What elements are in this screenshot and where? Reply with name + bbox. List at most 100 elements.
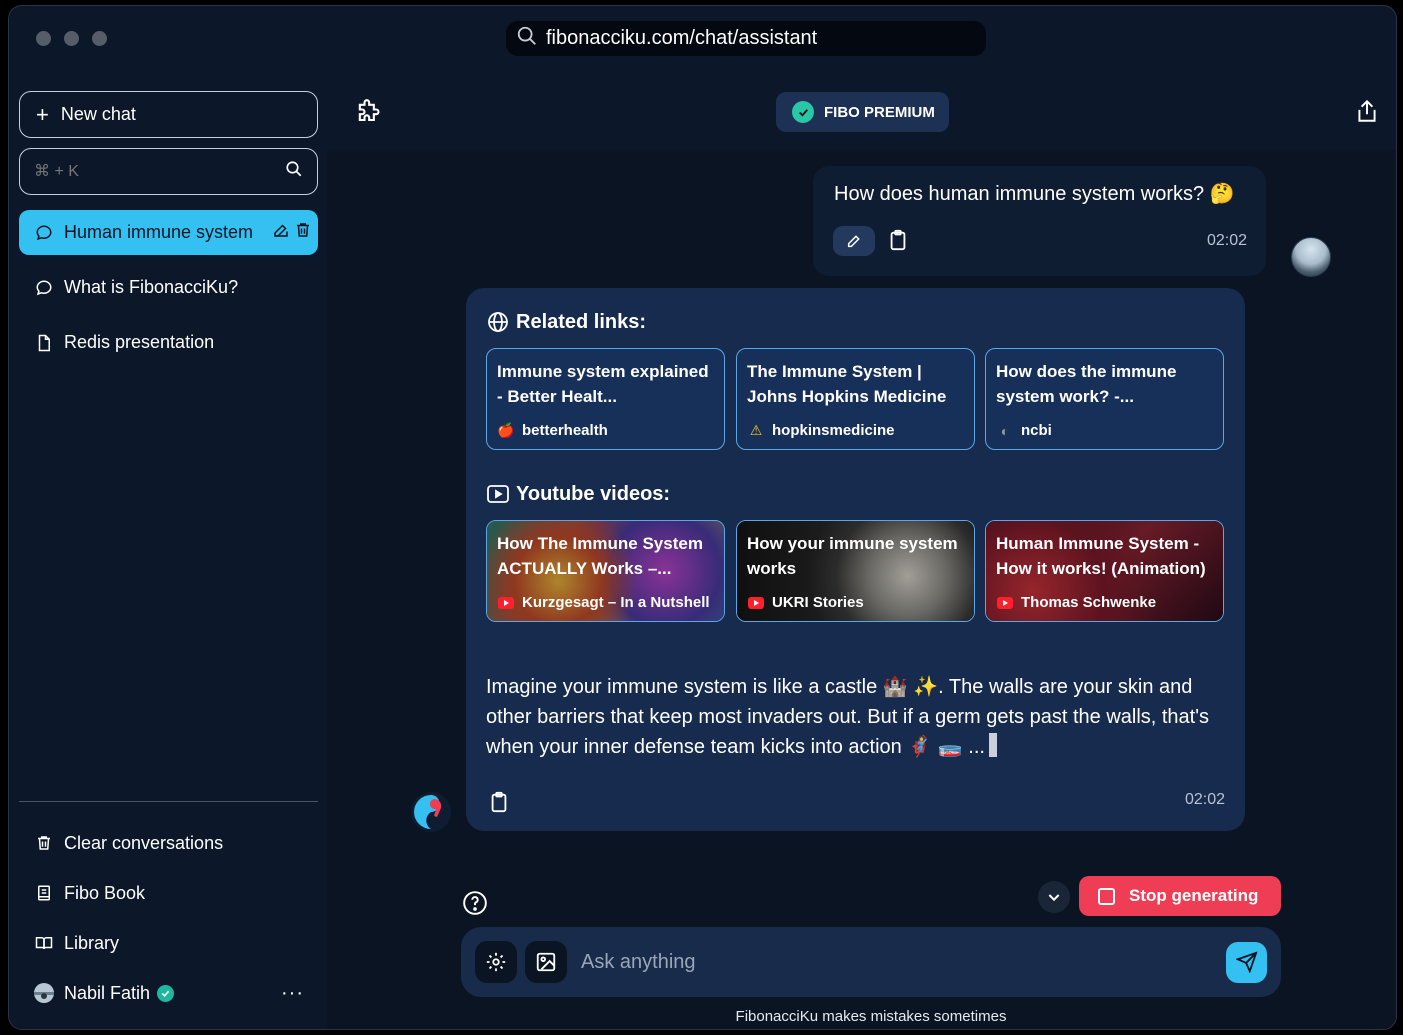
- chevron-down-icon: [1048, 894, 1060, 902]
- user-profile[interactable]: Nabil Fatih ···: [19, 973, 318, 1013]
- window-dot-maximize[interactable]: [92, 31, 107, 46]
- document-icon: [34, 333, 54, 353]
- sidebar-item-human-immune-system[interactable]: Human immune system: [19, 210, 318, 255]
- user-message: How does human immune system works? 🤔 02…: [813, 166, 1266, 276]
- assistant-avatar: [410, 791, 452, 833]
- sidebar-item-label: Redis presentation: [64, 332, 215, 352]
- link-source: ⚠ hopkinsmedicine: [748, 422, 895, 439]
- search-icon[interactable]: [285, 160, 303, 183]
- youtube-videos-title: Youtube videos:: [516, 482, 671, 505]
- video-card[interactable]: How your immune system works UKRI Storie…: [736, 520, 975, 622]
- window-controls: [36, 31, 107, 46]
- clipboard-icon[interactable]: [488, 790, 510, 819]
- clipboard-icon[interactable]: [887, 228, 909, 257]
- related-link-card[interactable]: The Immune System | Johns Hopkins Medici…: [736, 348, 975, 450]
- pencil-icon: [847, 235, 860, 248]
- fibo-book-label: Fibo Book: [64, 882, 146, 903]
- link-title: Immune system explained - Better Healt..…: [497, 362, 709, 406]
- conversation-actions: [272, 221, 312, 244]
- sidebar-item-label: Human immune system: [64, 222, 254, 242]
- stop-generating-label: Stop generating: [1129, 886, 1259, 905]
- chat-main: FIBO PREMIUM How does human immune syste…: [327, 70, 1396, 1029]
- send-button[interactable]: [1226, 941, 1267, 983]
- related-links-heading: Related links:: [486, 310, 646, 334]
- link-source-name: betterhealth: [522, 422, 608, 439]
- share-icon[interactable]: [1354, 97, 1380, 130]
- gear-icon: [486, 952, 506, 972]
- link-source: 🍎 betterhealth: [497, 422, 608, 439]
- shield-logo-icon: ⚠: [749, 422, 763, 438]
- video-channel-name: Thomas Schwenke: [1021, 594, 1157, 611]
- related-links-title: Related links:: [516, 310, 647, 333]
- clear-conversations-button[interactable]: Clear conversations: [19, 823, 318, 863]
- user-message-text: How does human immune system works? 🤔: [834, 183, 1235, 205]
- more-options-icon[interactable]: ···: [281, 982, 304, 1005]
- library-label: Library: [64, 932, 120, 953]
- globe-icon: [486, 310, 510, 334]
- youtube-icon: [748, 595, 764, 611]
- scroll-down-button[interactable]: [1038, 881, 1070, 913]
- sidebar-item-redis-presentation[interactable]: Redis presentation: [19, 320, 318, 365]
- message-time: 02:02: [1184, 791, 1225, 808]
- help-icon[interactable]: [462, 890, 488, 921]
- user-name: Nabil Fatih: [64, 982, 151, 1003]
- youtube-icon: [498, 595, 514, 611]
- new-chat-button[interactable]: + New chat: [19, 91, 318, 138]
- attach-image-button[interactable]: [525, 941, 567, 983]
- message-composer: [461, 927, 1281, 997]
- premium-badge[interactable]: FIBO PREMIUM: [776, 92, 949, 132]
- related-link-card[interactable]: Immune system explained - Better Healt..…: [486, 348, 725, 450]
- stop-icon: [1098, 887, 1115, 905]
- ncbi-logo-icon: ◐: [1000, 422, 1010, 439]
- link-title: How does the immune system work? -...: [996, 362, 1177, 406]
- puzzle-icon[interactable]: [354, 99, 382, 132]
- plus-icon: +: [36, 101, 49, 127]
- library-link[interactable]: Library: [19, 923, 318, 963]
- related-link-card[interactable]: How does the immune system work? -... ◐ …: [985, 348, 1224, 450]
- edit-message-button[interactable]: [833, 226, 875, 256]
- link-source-name: ncbi: [1021, 422, 1052, 439]
- video-channel: Kurzgesagt – In a Nutshell: [498, 594, 710, 611]
- message-time: 02:02: [1206, 232, 1247, 249]
- avatar: [34, 983, 54, 1003]
- window-dot-close[interactable]: [36, 31, 51, 46]
- link-source-name: hopkinsmedicine: [772, 422, 895, 439]
- video-channel: UKRI Stories: [748, 594, 864, 611]
- video-card[interactable]: How The Immune System ACTUALLY Works –..…: [486, 520, 725, 622]
- assistant-answer: Imagine your immune system is like a cas…: [486, 672, 1226, 762]
- chat-bubble-icon: [34, 278, 54, 298]
- apple-icon: 🍎: [497, 422, 515, 438]
- trash-icon[interactable]: [294, 221, 312, 244]
- video-title: How The Immune System ACTUALLY Works –..…: [497, 534, 703, 578]
- verified-icon: [157, 984, 175, 1002]
- new-chat-label: New chat: [60, 104, 136, 124]
- clear-conversations-label: Clear conversations: [64, 832, 224, 853]
- send-icon: [1235, 951, 1258, 973]
- address-bar[interactable]: fibonacciku.com/chat/assistant: [506, 21, 986, 56]
- assistant-message: Related links: Immune system explained -…: [466, 288, 1245, 831]
- verified-icon: [792, 101, 814, 123]
- chat-bubble-icon: [34, 223, 54, 243]
- video-title: How your immune system works: [747, 534, 958, 578]
- stop-generating-button[interactable]: Stop generating: [1079, 876, 1281, 916]
- video-title: Human Immune System - How it works! (Ani…: [996, 534, 1206, 578]
- message-input[interactable]: [575, 950, 1226, 974]
- link-title: The Immune System | Johns Hopkins Medici…: [747, 362, 947, 406]
- sidebar-item-what-is-fibonacciku[interactable]: What is FibonacciKu?: [19, 265, 318, 310]
- video-channel-name: UKRI Stories: [772, 594, 864, 611]
- video-channel: Thomas Schwenke: [997, 594, 1156, 611]
- book-icon: [34, 883, 54, 903]
- fibo-book-link[interactable]: Fibo Book: [19, 873, 318, 913]
- edit-icon[interactable]: [272, 221, 290, 244]
- play-icon: [486, 482, 510, 506]
- youtube-videos-heading: Youtube videos:: [486, 482, 670, 506]
- trash-icon: [34, 833, 54, 853]
- browser-titlebar: fibonacciku.com/chat/assistant: [9, 6, 1396, 70]
- settings-button[interactable]: [475, 941, 517, 983]
- open-book-icon: [34, 933, 54, 953]
- search-icon: [516, 25, 538, 52]
- conversation-search: [19, 148, 318, 195]
- window-dot-minimize[interactable]: [64, 31, 79, 46]
- conversation-search-input[interactable]: [34, 162, 285, 181]
- video-card[interactable]: Human Immune System - How it works! (Ani…: [985, 520, 1224, 622]
